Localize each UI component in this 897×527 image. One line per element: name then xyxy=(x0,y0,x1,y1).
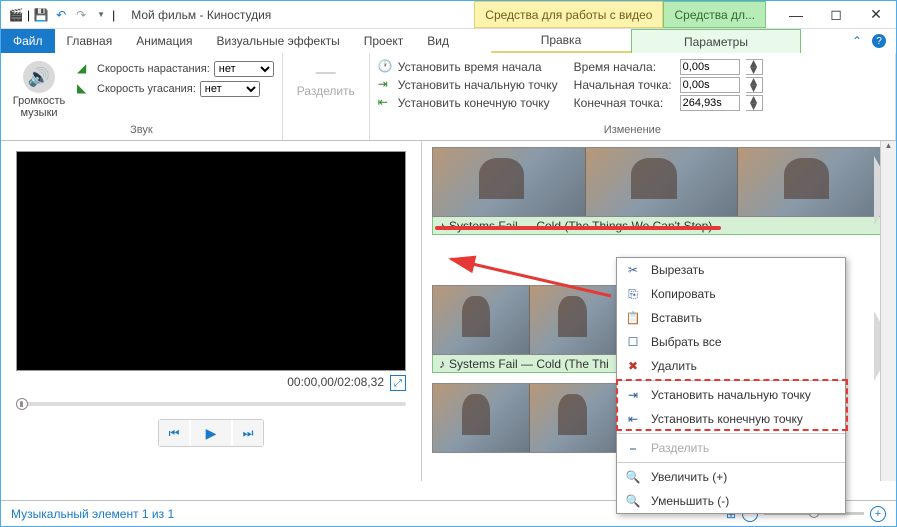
clock-icon: 🕐 xyxy=(378,59,394,75)
transport-controls: ⏮ ▶ ⏭ xyxy=(158,419,264,447)
select-all-icon: ☐ xyxy=(625,335,641,349)
tab-home[interactable]: Главная xyxy=(55,29,125,53)
set-start-time-button[interactable]: 🕐Установить время начала xyxy=(378,59,558,75)
tab-fx[interactable]: Визуальные эффекты xyxy=(205,29,352,53)
ctx-set-end-point[interactable]: ⇤Установить конечную точку xyxy=(617,407,845,431)
end-point-icon: ⇤ xyxy=(625,412,641,426)
ctx-split[interactable]: ⎯Разделить xyxy=(617,436,845,460)
delete-icon: ✖ xyxy=(625,359,641,373)
fadein-icon: ◢ xyxy=(77,61,93,77)
ctx-select-all[interactable]: ☐Выбрать все xyxy=(617,330,845,354)
ribbon: 🔊 Громкость музыки ◢ Скорость нарастания… xyxy=(1,53,896,141)
audio-track-1[interactable]: ♪Systems Fail — Cold (The Things We Can'… xyxy=(432,217,892,235)
end-point-input[interactable] xyxy=(680,95,740,111)
end-point-label: Конечная точка: xyxy=(574,96,674,110)
time-start-spinner[interactable]: ▲▼ xyxy=(746,59,763,75)
volume-button[interactable]: 🔊 Громкость музыки xyxy=(9,57,69,119)
fadein-select[interactable]: нет xyxy=(214,61,274,77)
next-frame-button[interactable]: ⏭ xyxy=(233,420,263,446)
video-preview[interactable] xyxy=(16,151,406,371)
ctx-cut[interactable]: ✂Вырезать xyxy=(617,258,845,282)
time-start-input[interactable] xyxy=(680,59,740,75)
annotation-arrow xyxy=(431,251,631,301)
copy-icon: ⎘ xyxy=(625,287,641,302)
prev-frame-button[interactable]: ⏮ xyxy=(159,420,189,446)
app-icon: 🎬 xyxy=(7,6,25,24)
time-start-label: Время начала: xyxy=(574,60,674,74)
zoom-out-icon: 🔍 xyxy=(625,494,641,508)
fadeout-icon: ◣ xyxy=(77,81,93,97)
collapse-ribbon-icon[interactable]: ⌃ xyxy=(852,34,862,48)
tab-animation[interactable]: Анимация xyxy=(124,29,204,53)
zoom-in-button[interactable]: + xyxy=(870,506,886,522)
scissors-icon: ✂ xyxy=(625,263,641,277)
group-split: ⎯⎯ Разделить xyxy=(283,53,370,140)
preview-pane: 00:00,00/02:08,32 ⤢ ⏮ ▶ ⏭ xyxy=(1,141,421,481)
ctx-delete[interactable]: ✖Удалить xyxy=(617,354,845,378)
titlebar: 🎬| 💾 ↶ ↷ ▼| Мой фильм - Киностудия Средс… xyxy=(1,1,896,29)
context-menu: ✂Вырезать ⎘Копировать 📋Вставить ☐Выбрать… xyxy=(616,257,846,514)
quick-access-toolbar: 🎬| 💾 ↶ ↷ ▼| xyxy=(1,6,121,24)
end-point-icon: ⇤ xyxy=(378,95,394,111)
window-title: Мой фильм - Киностудия xyxy=(121,8,281,22)
minimize-button[interactable]: — xyxy=(776,1,816,28)
seek-bar[interactable] xyxy=(16,395,406,413)
playback-time: 00:00,00/02:08,32 xyxy=(287,375,384,391)
split-icon: ⎯⎯ xyxy=(316,61,336,84)
save-icon[interactable]: 💾 xyxy=(32,6,50,24)
ctx-copy[interactable]: ⎘Копировать xyxy=(617,282,845,306)
context-tab-music[interactable]: Средства дл... xyxy=(663,1,766,28)
close-button[interactable]: ✕ xyxy=(856,1,896,28)
set-start-point-button[interactable]: ⇥Установить начальную точку xyxy=(378,77,558,93)
paste-icon: 📋 xyxy=(625,311,641,325)
clip-1[interactable]: ♪Systems Fail — Cold (The Things We Can'… xyxy=(432,147,892,235)
tab-project[interactable]: Проект xyxy=(352,29,416,53)
fadeout-select[interactable]: нет xyxy=(200,81,260,97)
tab-file[interactable]: Файл xyxy=(1,29,55,53)
play-button[interactable]: ▶ xyxy=(191,420,231,446)
end-point-spinner[interactable]: ▲▼ xyxy=(746,95,763,111)
tab-edit[interactable]: Правка xyxy=(491,29,631,53)
ctx-zoom-in[interactable]: 🔍Увеличить (+) xyxy=(617,465,845,489)
qat-dropdown-icon[interactable]: ▼ xyxy=(92,6,110,24)
clip-3[interactable] xyxy=(432,383,627,453)
scrollbar-vertical[interactable]: ▲ xyxy=(880,141,896,481)
seek-thumb[interactable] xyxy=(16,398,28,410)
tab-view[interactable]: Вид xyxy=(415,29,461,53)
start-point-spinner[interactable]: ▲▼ xyxy=(746,77,763,93)
tab-params[interactable]: Параметры xyxy=(631,29,801,53)
split-button[interactable]: ⎯⎯ Разделить xyxy=(291,57,361,98)
maximize-button[interactable]: ◻ xyxy=(816,1,856,28)
ctx-zoom-out[interactable]: 🔍Уменьшить (-) xyxy=(617,489,845,513)
split-icon: ⎯ xyxy=(625,441,641,456)
context-tab-video[interactable]: Средства для работы с видео xyxy=(474,1,663,28)
help-icon[interactable]: ? xyxy=(872,34,886,48)
speaker-icon: 🔊 xyxy=(23,61,55,93)
group-change: 🕐Установить время начала ⇥Установить нач… xyxy=(370,53,896,140)
redo-icon[interactable]: ↷ xyxy=(72,6,90,24)
zoom-in-icon: 🔍 xyxy=(625,470,641,484)
ctx-set-start-point[interactable]: ⇥Установить начальную точку xyxy=(617,383,845,407)
start-point-icon: ⇥ xyxy=(625,388,641,402)
ribbon-tabs: Файл Главная Анимация Визуальные эффекты… xyxy=(1,29,896,53)
start-point-input[interactable] xyxy=(680,77,740,93)
group-sound: 🔊 Громкость музыки ◢ Скорость нарастания… xyxy=(1,53,283,140)
start-point-icon: ⇥ xyxy=(378,77,394,93)
ctx-paste[interactable]: 📋Вставить xyxy=(617,306,845,330)
fullscreen-icon[interactable]: ⤢ xyxy=(390,375,406,391)
undo-icon[interactable]: ↶ xyxy=(52,6,70,24)
start-point-label: Начальная точка: xyxy=(574,78,674,92)
fadeout-label: Скорость угасания: xyxy=(97,83,196,95)
fadein-label: Скорость нарастания: xyxy=(97,63,210,75)
status-text: Музыкальный элемент 1 из 1 xyxy=(11,507,174,521)
set-end-point-button[interactable]: ⇤Установить конечную точку xyxy=(378,95,558,111)
audio-track-2[interactable]: ♪Systems Fail — Cold (The Thi xyxy=(432,355,627,373)
